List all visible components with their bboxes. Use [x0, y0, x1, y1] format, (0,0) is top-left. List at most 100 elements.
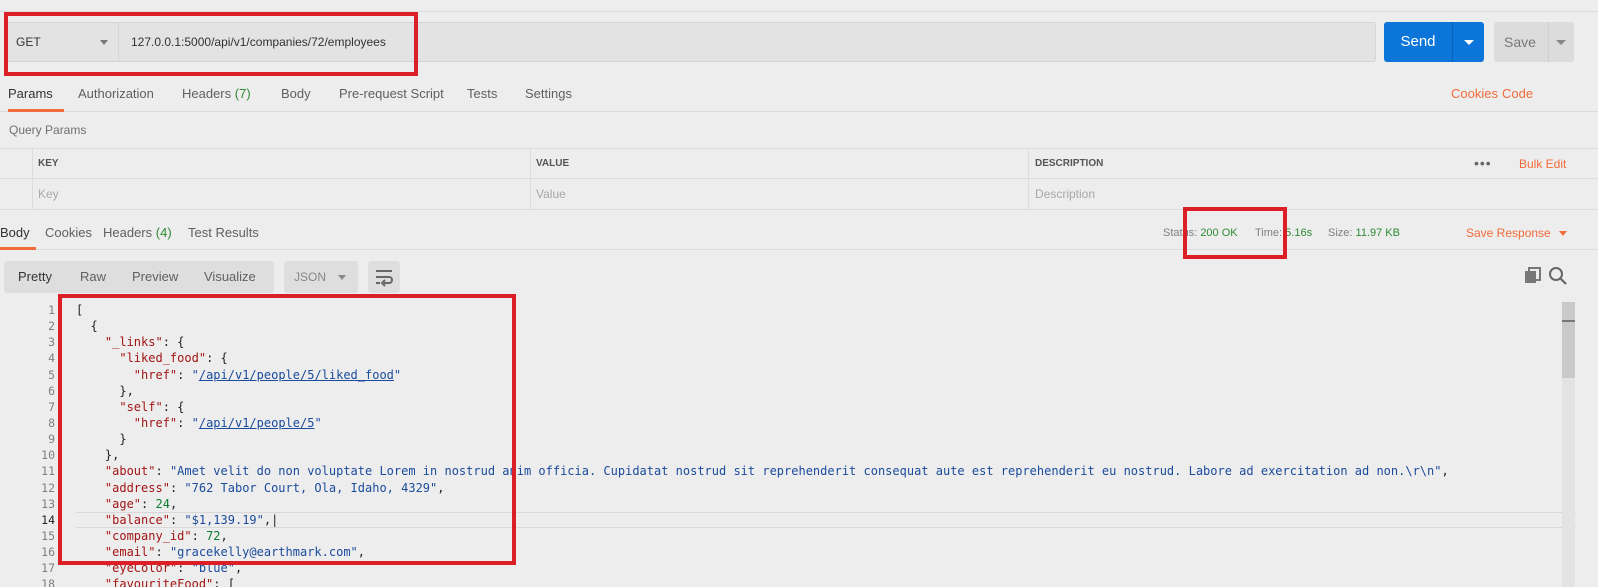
tab-headers[interactable]: Headers (7) — [182, 82, 251, 112]
chevron-down-icon — [1558, 231, 1567, 237]
code-token: "favouriteFood" — [104, 577, 214, 587]
query-params-table: KEY VALUE DESCRIPTION ••• Bulk Edit Key … — [0, 148, 1598, 210]
line-number-gutter: 1 2 3 4 5 6 7 8 9 10 11 12 13 14 15 16 17 18 — [0, 302, 55, 587]
save-response-button[interactable]: Save Response — [1466, 218, 1567, 248]
language-select[interactable]: JSON — [284, 261, 358, 293]
format-preview-button[interactable]: Preview — [132, 261, 178, 293]
tab-label: Headers — [182, 86, 232, 101]
send-button[interactable]: Send — [1384, 22, 1484, 62]
query-params-title: Query Params — [9, 123, 87, 137]
save-button[interactable]: Save — [1494, 22, 1574, 62]
line-number: 1 — [48, 303, 55, 317]
tab-label: Pre-request Script — [339, 86, 444, 101]
response-tab-test-results[interactable]: Test Results — [188, 218, 259, 250]
description-input[interactable]: Description — [1035, 179, 1095, 209]
headers-count-badge: (4) — [155, 225, 172, 240]
tab-label: Headers — [103, 225, 153, 240]
format-pretty-button[interactable]: Pretty — [18, 261, 52, 293]
highlight-box-request — [4, 12, 418, 76]
line-number: 17 — [41, 561, 55, 576]
chevron-down-icon — [338, 275, 346, 280]
cookies-link[interactable]: Cookies — [1451, 82, 1498, 106]
tab-pre-request-script[interactable]: Pre-request Script — [339, 82, 444, 112]
line-number: 6 — [48, 383, 55, 398]
editor-scrollbar[interactable] — [1562, 302, 1575, 587]
code-token: , — [1441, 464, 1449, 479]
format-visualize-button[interactable]: Visualize — [204, 261, 256, 293]
column-header-value: VALUE — [536, 158, 570, 169]
format-raw-button[interactable]: Raw — [80, 261, 106, 293]
search-icon — [1549, 267, 1567, 285]
send-label: Send — [1400, 33, 1436, 50]
more-options-icon[interactable]: ••• — [1474, 149, 1492, 177]
column-header-key: KEY — [38, 158, 59, 169]
language-label: JSON — [294, 270, 327, 284]
tab-label: Cookies — [45, 225, 92, 240]
top-divider — [0, 0, 1598, 12]
line-number: 12 — [41, 480, 55, 495]
tab-authorization[interactable]: Authorization — [78, 82, 154, 112]
send-options-chevron-icon[interactable] — [1464, 40, 1474, 45]
line-number: 8 — [48, 415, 55, 430]
tab-label: Params — [8, 86, 53, 101]
highlight-box-status — [1183, 207, 1287, 259]
tab-label: Authorization — [78, 86, 154, 101]
size-value: 11.97 KB — [1355, 227, 1400, 239]
wrap-lines-icon — [376, 270, 393, 287]
value-input[interactable]: Value — [536, 179, 566, 209]
save-options-chevron-icon[interactable] — [1556, 40, 1566, 45]
time-value: 5.16s — [1285, 227, 1313, 239]
line-number: 2 — [48, 319, 55, 334]
line-number: 5 — [48, 367, 55, 382]
size-label: Size: — [1328, 227, 1353, 239]
line-number: 7 — [48, 399, 55, 414]
tab-params[interactable]: Params — [8, 82, 64, 112]
response-tab-cookies[interactable]: Cookies — [45, 218, 92, 250]
save-label: Save — [1504, 34, 1536, 50]
line-number: 18 — [41, 577, 55, 587]
column-header-description: DESCRIPTION — [1035, 158, 1104, 169]
response-size: Size: 11.97 KB — [1328, 218, 1400, 248]
response-tab-body[interactable]: Body — [0, 218, 36, 250]
code-link[interactable]: Code — [1502, 82, 1533, 106]
tab-label: Settings — [525, 86, 572, 101]
search-button[interactable] — [1546, 264, 1570, 288]
request-tabs: Params Authorization Headers (7) Body Pr… — [0, 82, 1598, 112]
line-number: 4 — [48, 351, 55, 366]
tab-label: Tests — [467, 86, 498, 101]
highlight-box-body — [58, 294, 516, 565]
response-tab-headers[interactable]: Headers (4) — [103, 218, 172, 250]
scroll-position-marker — [1562, 320, 1575, 322]
bulk-edit-link[interactable]: Bulk Edit — [1519, 149, 1566, 179]
copy-icon — [1525, 267, 1541, 283]
line-number: 10 — [41, 448, 55, 463]
save-divider — [1548, 22, 1549, 62]
send-divider — [1452, 22, 1453, 62]
tab-tests[interactable]: Tests — [467, 82, 497, 112]
line-number: 3 — [48, 335, 55, 350]
line-number: 13 — [41, 496, 55, 511]
tab-label: Test Results — [188, 225, 259, 240]
copy-button[interactable] — [1520, 264, 1544, 288]
line-number: 16 — [41, 545, 55, 560]
save-response-label: Save Response — [1466, 226, 1551, 240]
line-number: 9 — [48, 432, 55, 447]
body-format-group: Pretty Raw Preview Visualize — [4, 261, 274, 293]
value-column — [531, 149, 1029, 209]
tab-body[interactable]: Body — [281, 82, 311, 112]
code-token: : [ — [213, 577, 235, 587]
headers-count-badge: (7) — [234, 86, 251, 101]
tab-settings[interactable]: Settings — [525, 82, 572, 112]
tab-label: Body — [0, 225, 30, 240]
line-number: 11 — [41, 464, 55, 479]
key-input[interactable]: Key — [38, 179, 59, 209]
wrap-lines-button[interactable] — [368, 261, 400, 293]
scrollbar-thumb[interactable] — [1562, 302, 1575, 378]
tab-label: Body — [281, 86, 311, 101]
response-tabs: Body Cookies Headers (4) Test Results St… — [0, 218, 1598, 250]
code-line: "favouriteFood": [ — [76, 576, 1576, 587]
line-number: 15 — [41, 528, 55, 543]
row-checkbox-column — [0, 149, 33, 209]
key-column — [33, 149, 531, 209]
